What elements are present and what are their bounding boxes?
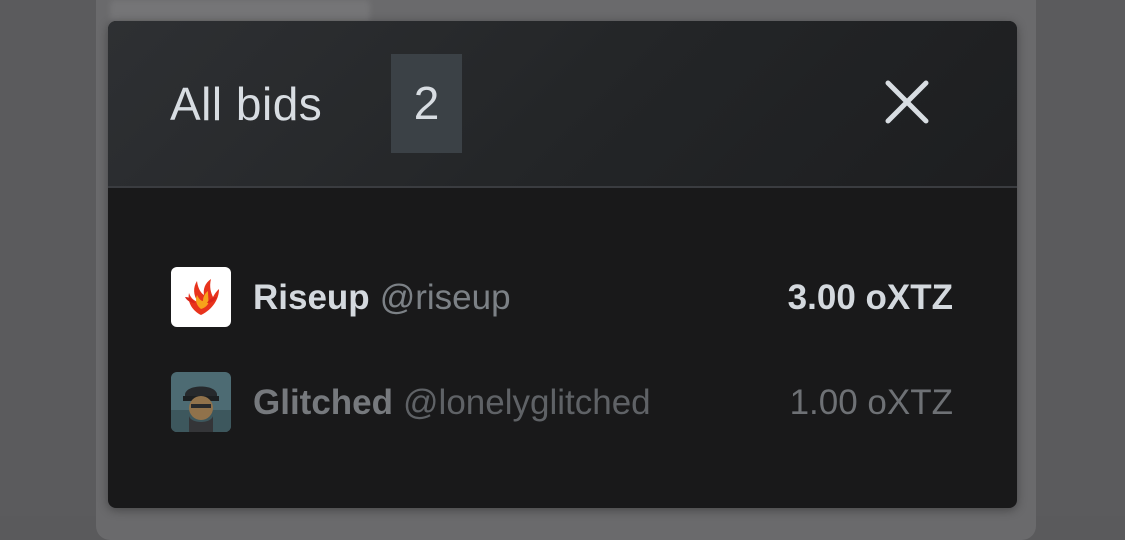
modal-header: All bids 2 [108, 21, 1017, 188]
bidder-name-line[interactable]: Riseup @riseup [253, 277, 511, 319]
bidder-name[interactable]: Glitched [253, 383, 393, 422]
bid-row[interactable]: Glitched @lonelyglitched 1.00 oXTZ [108, 372, 1017, 434]
character-avatar-icon[interactable] [171, 372, 231, 432]
bid-count-badge: 2 [391, 54, 462, 153]
background-page-text-blur [110, 0, 370, 22]
bid-row[interactable]: Riseup @riseup 3.00 oXTZ [108, 267, 1017, 329]
bid-amount: 1.00 oXTZ [789, 383, 953, 422]
close-button[interactable] [878, 73, 936, 131]
all-bids-modal: All bids 2 Riseup @riseup 3.00 oXTZ Glit… [108, 21, 1017, 508]
bidder-name-line[interactable]: Glitched @lonelyglitched [253, 382, 651, 424]
bidder-name[interactable]: Riseup [253, 278, 370, 317]
bidder-handle[interactable]: @lonelyglitched [403, 383, 651, 422]
bidder-handle[interactable]: @riseup [380, 278, 511, 317]
modal-title: All bids [170, 78, 323, 130]
phoenix-avatar-icon[interactable] [171, 267, 231, 327]
bid-amount: 3.00 oXTZ [787, 278, 953, 317]
close-icon [885, 80, 929, 124]
